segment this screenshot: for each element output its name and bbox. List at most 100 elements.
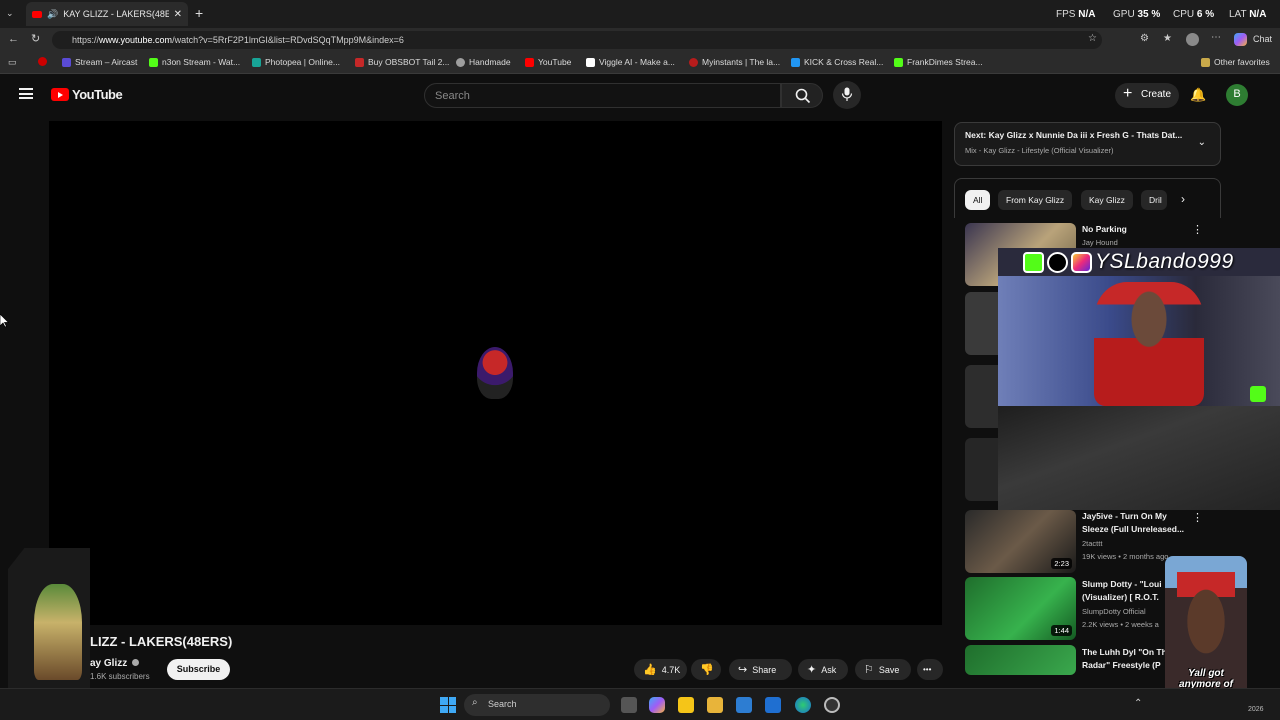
hamburger-menu-icon[interactable] <box>19 88 33 99</box>
profile-icon[interactable] <box>1186 33 1199 46</box>
task-view-icon[interactable] <box>621 697 637 713</box>
avatar[interactable]: B <box>1226 84 1248 106</box>
tab-title: KAY GLIZZ - LAKERS(48ERS) <box>63 9 169 19</box>
favorites-icon[interactable]: ★ <box>1163 33 1172 44</box>
photos-icon[interactable] <box>736 697 752 713</box>
streamer-webcam-overlay <box>998 248 1280 510</box>
dislike-button[interactable]: 👎 <box>691 659 721 680</box>
file-explorer-icon[interactable] <box>707 697 723 713</box>
keyboard-cam <box>998 406 1280 510</box>
playlist-next-panel[interactable]: Next: Kay Glizz x Nunnie Da iii x Fresh … <box>954 122 1221 166</box>
bookmark-item[interactable]: FrankDimes Strea... <box>894 57 983 67</box>
video-list-channel[interactable]: SlumpDotty Official <box>1082 607 1146 616</box>
video-thumbnail[interactable] <box>965 645 1076 675</box>
chip-all[interactable]: All <box>965 190 991 210</box>
ask-button[interactable]: ✦ Ask <box>798 659 848 680</box>
bookmark-favicon-icon <box>355 57 364 67</box>
video-duration: 2:23 <box>1051 558 1072 569</box>
bookmark-item[interactable] <box>38 57 47 66</box>
back-icon[interactable]: ← <box>8 33 19 45</box>
like-button[interactable]: 👍 4.7K <box>634 659 687 680</box>
browser-tab-active[interactable]: 🔊 KAY GLIZZ - LAKERS(48ERS) ✕ <box>26 2 188 26</box>
reading-list-icon[interactable]: ▭ <box>8 57 17 68</box>
youtube-logo[interactable]: YouTube <box>51 87 123 102</box>
subscribe-button[interactable]: Subscribe <box>167 659 230 680</box>
save-label: Save <box>878 664 900 675</box>
voice-search-button[interactable] <box>833 81 861 109</box>
video-duration: 1:44 <box>1051 625 1072 636</box>
new-tab-button[interactable]: + <box>195 5 203 21</box>
kebab-menu-icon[interactable]: ⋮ <box>1192 511 1203 524</box>
taskbar-search-input[interactable]: ⌕ Search <box>464 694 610 716</box>
bookmark-item[interactable]: Handmade <box>456 57 511 67</box>
bookmark-favicon-icon <box>586 57 595 67</box>
bookmark-item[interactable]: KICK & Cross Real... <box>791 57 883 67</box>
thumbs-down-icon: 👎 <box>700 664 714 676</box>
url-host: www.youtube.com <box>99 35 173 45</box>
channel-name[interactable]: ay Glizz <box>90 658 140 669</box>
bookmark-item[interactable]: Viggle AI - Make a... <box>586 57 675 67</box>
create-button[interactable]: + Create <box>1115 83 1179 108</box>
tab-close-icon[interactable]: ✕ <box>174 9 182 20</box>
edge-browser-icon[interactable] <box>795 697 811 713</box>
tab-list-chevron-icon[interactable]: ⌄ <box>6 8 18 20</box>
url-field[interactable]: https://www.youtube.com/watch?v=5RrF2P1l… <box>52 31 1102 49</box>
meme-figure <box>1177 572 1235 662</box>
video-thumbnail[interactable]: 1:44 <box>965 577 1076 640</box>
search-input[interactable]: Search <box>424 83 781 108</box>
search-icon: ⌕ <box>472 697 478 708</box>
copilot-taskbar-icon[interactable] <box>649 697 665 713</box>
video-thumbnail[interactable]: 2:23 <box>965 510 1076 573</box>
extensions-icon[interactable]: ⚙ <box>1140 33 1149 44</box>
menu-dots-icon[interactable]: ⋯ <box>1211 32 1221 43</box>
chip-from-kay-glizz[interactable]: From Kay Glizz <box>998 190 1073 210</box>
kebab-menu-icon[interactable]: ⋮ <box>1192 223 1203 236</box>
chevron-down-icon[interactable]: ⌄ <box>1198 137 1206 148</box>
url-path: /watch?v=5RrF2P1lmGI&list=RDvdSQqTMpp9M&… <box>172 35 404 45</box>
system-tray-chevron-icon[interactable]: ⌃ <box>1134 698 1142 709</box>
bookmark-item[interactable]: Stream – Aircast <box>62 57 137 67</box>
chat-label[interactable]: Chat <box>1253 34 1272 44</box>
notifications-bell-icon[interactable]: 🔔 <box>1190 87 1206 103</box>
subscriber-count: 1.6K subscribers <box>90 672 150 681</box>
bookmark-item[interactable]: Buy OBSBOT Tail 2... <box>355 57 449 67</box>
bookmark-favicon-icon <box>38 57 47 66</box>
favorite-star-icon[interactable]: ☆ <box>1088 33 1097 44</box>
store-icon[interactable] <box>678 697 694 713</box>
more-actions-button[interactable]: ••• <box>917 659 943 680</box>
kick-badge-icon <box>1250 386 1266 402</box>
bookmark-item[interactable]: n3on Stream - Wat... <box>149 57 240 67</box>
bookmark-favicon-icon <box>525 57 534 67</box>
sparkle-icon: ✦ <box>807 664 817 676</box>
search-button[interactable] <box>781 83 823 108</box>
chip-kay-glizz[interactable]: Kay Glizz <box>1081 190 1133 210</box>
save-button[interactable]: ⚐ Save <box>855 659 911 680</box>
gpu-readout: GPU 35 % <box>1113 9 1161 20</box>
bookmark-item[interactable]: Photopea | Online... <box>252 57 340 67</box>
video-logo <box>477 347 513 399</box>
video-title: LIZZ - LAKERS(48ERS) <box>90 634 233 649</box>
chip-drill[interactable]: Dril <box>1141 190 1167 210</box>
refresh-icon[interactable]: ↻ <box>31 32 40 45</box>
video-list-channel[interactable]: Jay Hound <box>1082 238 1118 247</box>
other-favorites[interactable]: Other favorites <box>1201 57 1270 67</box>
mail-icon[interactable] <box>765 697 781 713</box>
chevron-right-icon[interactable]: › <box>1181 192 1185 206</box>
video-player[interactable] <box>49 121 942 625</box>
video-list-title[interactable]: Jay5ive - Turn On My Sleeze (Full Unrele… <box>1082 510 1190 536</box>
video-list-meta: 19K views • 2 months ago <box>1082 552 1169 561</box>
share-button[interactable]: ↪ Share <box>729 659 792 680</box>
youtube-favicon-icon <box>32 10 42 18</box>
obs-icon[interactable] <box>824 697 840 713</box>
copilot-icon[interactable] <box>1234 33 1247 46</box>
url-prefix: https:// <box>72 35 100 45</box>
bookmark-item[interactable]: YouTube <box>525 57 571 67</box>
speaker-icon[interactable]: 🔊 <box>47 9 58 20</box>
video-list-channel[interactable]: 2tacttt <box>1082 539 1102 548</box>
video-list-title[interactable]: No Parking <box>1082 223 1190 236</box>
bookmark-item[interactable]: Myinstants | The la... <box>689 57 780 67</box>
lat-readout: LAT N/A <box>1229 9 1267 20</box>
bookmark-favicon-icon <box>62 57 71 67</box>
windows-start-icon[interactable] <box>440 697 456 713</box>
bookmark-favicon-icon <box>252 57 261 67</box>
